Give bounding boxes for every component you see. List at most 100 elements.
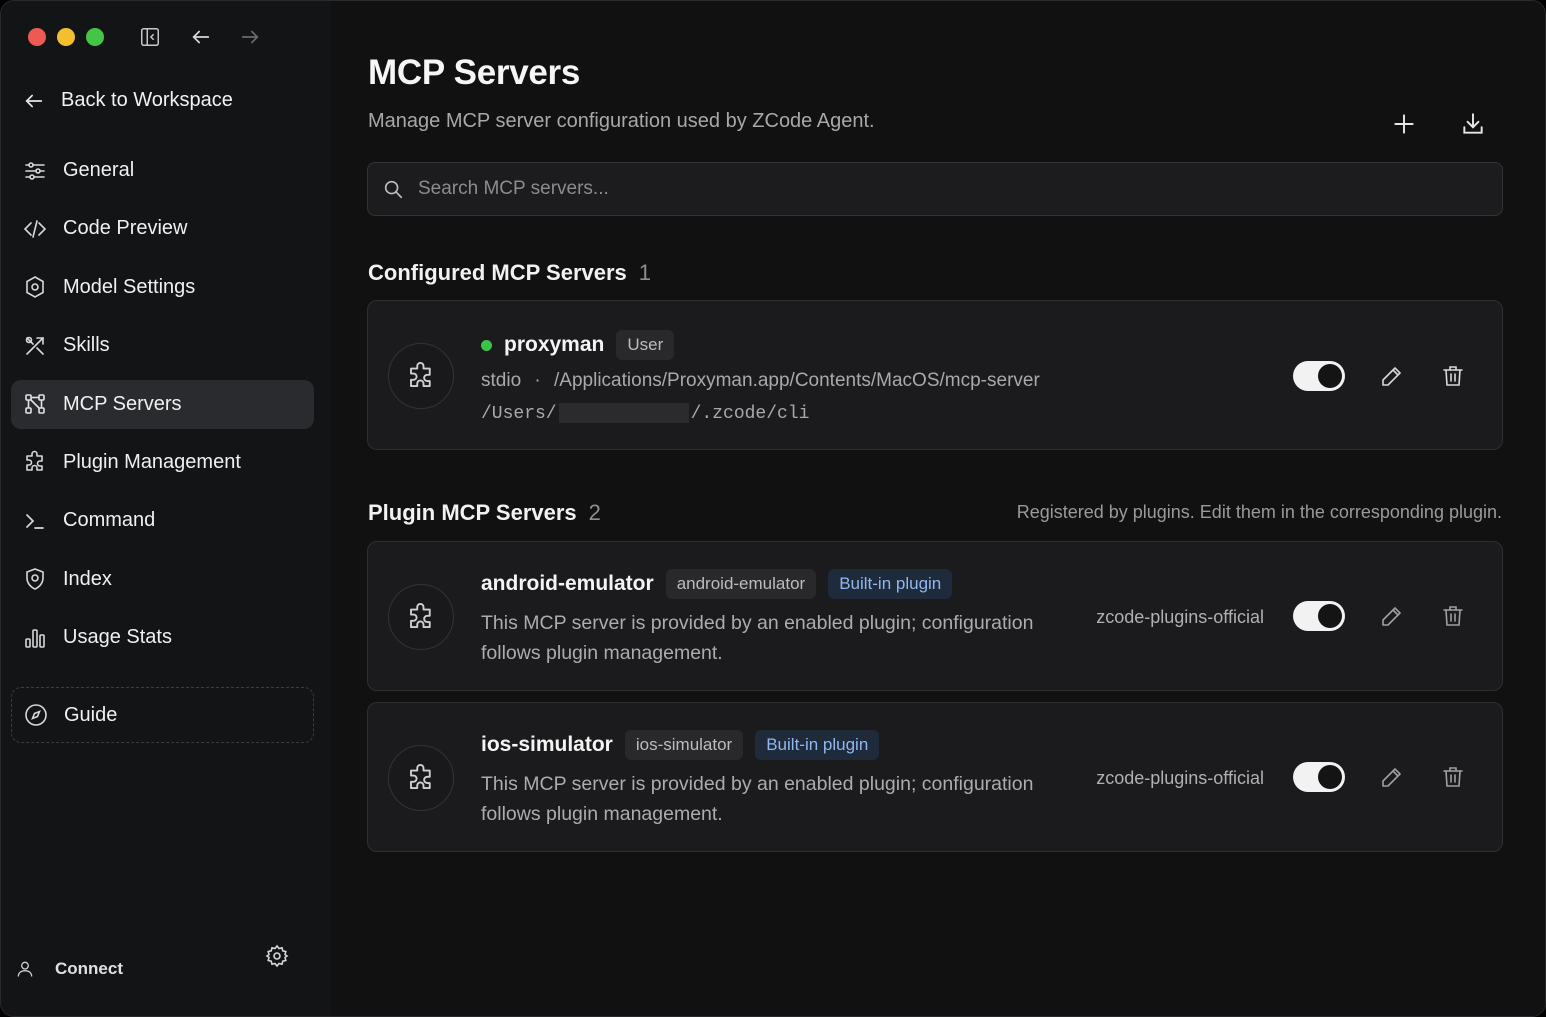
pencil-icon — [1382, 768, 1401, 787]
cube-gear-icon — [26, 276, 44, 299]
guide-label: Guide — [64, 703, 118, 726]
configured-section-title: Configured MCP Servers 1 — [368, 260, 651, 286]
enable-toggle[interactable] — [1293, 361, 1345, 391]
server-name: android-emulator — [481, 572, 654, 595]
plugin-title: Plugin MCP Servers — [368, 500, 577, 525]
back-to-workspace-link[interactable]: Back to Workspace — [23, 89, 233, 112]
plugin-source: zcode-plugins-official — [1096, 768, 1264, 788]
page-subtitle: Manage MCP server configuration used by … — [368, 110, 875, 132]
sidebar-item-label: Code Preview — [63, 217, 188, 240]
toggle-sidebar-icon[interactable] — [138, 25, 162, 49]
add-server-button[interactable] — [1389, 109, 1419, 139]
puzzle-icon — [410, 603, 431, 628]
main-content: MCP Servers Manage MCP server configurat… — [331, 1, 1545, 1016]
back-to-workspace-label: Back to Workspace — [61, 89, 233, 111]
download-icon — [1463, 113, 1483, 134]
separator-dot: · — [534, 370, 541, 391]
trash-icon — [1443, 606, 1463, 626]
user-icon — [17, 961, 33, 977]
server-avatar — [388, 584, 454, 650]
toggle-knob — [1318, 364, 1342, 388]
forward-arrow-icon[interactable] — [238, 25, 262, 49]
pencil-icon — [1382, 367, 1401, 386]
window-controls — [28, 28, 104, 46]
connect-button[interactable]: Connect — [15, 959, 123, 979]
plus-icon — [1394, 114, 1414, 134]
sidebar-item-index[interactable]: Index — [11, 555, 314, 604]
sidebar-item-label: Usage Stats — [63, 626, 172, 649]
settings-gear-icon[interactable] — [265, 944, 289, 968]
pencil-icon — [1382, 607, 1401, 626]
edit-button[interactable] — [1378, 602, 1406, 630]
enable-toggle[interactable] — [1293, 601, 1345, 631]
server-name: proxyman — [504, 333, 605, 356]
server-card-proxyman: proxyman User stdio · /Applications/Prox… — [367, 300, 1503, 450]
status-dot — [481, 339, 492, 351]
sidebar-item-general[interactable]: General — [11, 146, 314, 195]
arrow-left-icon — [25, 94, 43, 107]
guide-button[interactable]: Guide — [11, 687, 314, 743]
plugin-section-title: Plugin MCP Servers 2 — [368, 500, 601, 526]
scope-tag: User — [616, 330, 675, 360]
command-path: /Applications/Proxyman.app/Contents/MacO… — [554, 370, 1040, 391]
transport-label: stdio — [481, 370, 522, 391]
server-description: This MCP server is provided by an enable… — [481, 612, 1034, 664]
edit-button[interactable] — [1378, 763, 1406, 791]
search-input[interactable] — [418, 178, 1468, 200]
sidebar-item-skills[interactable]: Skills — [11, 321, 314, 370]
sidebar-item-mcp-servers[interactable]: MCP Servers — [11, 379, 314, 429]
minimize-window-button[interactable] — [57, 28, 75, 46]
delete-button[interactable] — [1439, 362, 1467, 390]
sidebar: Back to Workspace General Code Preview M… — [1, 1, 331, 1016]
sidebar-item-command[interactable]: Command — [11, 496, 314, 545]
page-title: MCP Servers — [368, 53, 581, 92]
puzzle-icon — [410, 764, 431, 789]
sidebar-item-label: MCP Servers — [63, 392, 182, 415]
maximize-window-button[interactable] — [86, 28, 104, 46]
builtin-badge: Built-in plugin — [828, 569, 953, 599]
search-icon — [384, 180, 403, 199]
edit-button[interactable] — [1378, 362, 1406, 390]
cwd-suffix: /.zcode/cli — [690, 403, 810, 424]
server-header: android-emulator android-emulator Built-… — [481, 569, 953, 599]
close-window-button[interactable] — [28, 28, 46, 46]
redacted-username — [558, 403, 689, 423]
server-header: proxyman User — [481, 330, 675, 360]
server-card-android-emulator: android-emulator android-emulator Built-… — [367, 541, 1503, 691]
tools-icon — [25, 336, 44, 355]
server-command-line: stdio · /Applications/Proxyman.app/Conte… — [481, 370, 1040, 392]
sidebar-item-code-preview[interactable]: Code Preview — [11, 204, 314, 253]
sidebar-item-label: Plugin Management — [63, 450, 241, 473]
app-window: Back to Workspace General Code Preview M… — [0, 0, 1546, 1017]
cwd-prefix: /Users/ — [481, 403, 557, 424]
delete-button[interactable] — [1439, 602, 1467, 630]
configured-title: Configured MCP Servers — [368, 260, 627, 285]
trash-icon — [1443, 366, 1463, 386]
compass-icon — [25, 704, 47, 726]
sidebar-item-label: Model Settings — [63, 275, 196, 298]
code-icon — [23, 220, 47, 238]
delete-button[interactable] — [1439, 763, 1467, 791]
plugin-tag: ios-simulator — [624, 730, 744, 760]
enable-toggle[interactable] — [1293, 762, 1345, 792]
trash-icon — [1443, 767, 1463, 787]
server-avatar — [388, 745, 454, 811]
sidebar-item-model-settings[interactable]: Model Settings — [11, 263, 314, 312]
shield-icon — [26, 568, 44, 591]
sidebar-item-label: Skills — [63, 334, 110, 357]
back-arrow-icon[interactable] — [189, 25, 213, 49]
puzzle-icon — [410, 362, 431, 387]
plugin-section-note: Registered by plugins. Edit them in the … — [1016, 502, 1502, 522]
sliders-icon — [25, 161, 45, 180]
import-server-button[interactable] — [1458, 109, 1488, 139]
server-name: ios-simulator — [481, 733, 613, 756]
server-header: ios-simulator ios-simulator Built-in plu… — [481, 730, 880, 760]
network-icon — [25, 394, 45, 414]
sidebar-item-usage-stats[interactable]: Usage Stats — [11, 613, 314, 662]
sidebar-item-label: Index — [63, 567, 112, 590]
server-description: This MCP server is provided by an enable… — [481, 773, 1034, 825]
sidebar-item-label: Command — [63, 509, 156, 532]
server-card-ios-simulator: ios-simulator ios-simulator Built-in plu… — [367, 702, 1503, 852]
sidebar-item-plugin-management[interactable]: Plugin Management — [11, 438, 314, 487]
puzzle-icon — [26, 451, 43, 472]
